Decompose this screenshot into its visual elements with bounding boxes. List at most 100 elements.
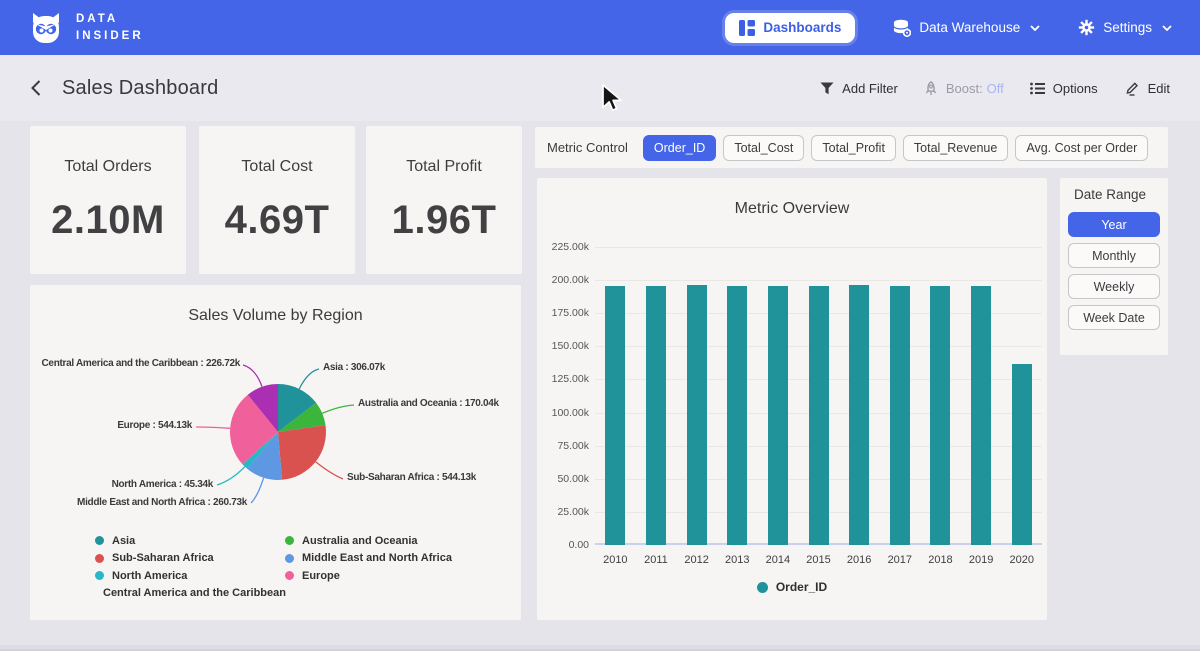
logo[interactable]: DATA INSIDER <box>28 10 144 46</box>
bar-2014[interactable] <box>768 286 788 545</box>
x-tick-label: 2011 <box>636 554 677 566</box>
boost-value: Off <box>987 81 1004 96</box>
date-range-option-monthly[interactable]: Monthly <box>1068 243 1160 268</box>
y-tick-label: 125.00k <box>545 373 589 385</box>
legend-column: Australia and Oceania Middle East and Nor… <box>285 532 452 602</box>
date-range-option-week-date[interactable]: Week Date <box>1068 305 1160 330</box>
pie-leader-line <box>217 467 245 485</box>
y-tick-label: 75.00k <box>545 440 589 452</box>
pie-callout-asia: Asia : 306.07k <box>323 362 385 373</box>
bar-2012[interactable] <box>687 285 707 545</box>
nav-dashboards-button[interactable]: Dashboards <box>725 13 855 43</box>
kpi-value: 2.10M <box>51 198 165 243</box>
metric-control-options: Order_ID Total_Cost Total_Profit Total_Reve… <box>643 135 1148 161</box>
metric-overview-chart-card: Metric Overview 0.0025.00k50.00k75.00k10… <box>537 178 1047 620</box>
bar-2010[interactable] <box>605 286 625 545</box>
y-tick-label: 225.00k <box>545 241 589 253</box>
metric-option-avg-cost-per-order[interactable]: Avg. Cost per Order <box>1015 135 1148 161</box>
back-icon[interactable] <box>30 79 42 97</box>
legend-dot <box>95 554 104 563</box>
app-window: DATA INSIDER Dashboards <box>0 0 1200 651</box>
pie-chart-legend: Asia Sub-Saharan Africa North America Centr… <box>95 532 452 602</box>
pie-chart-area: Asia : 306.07kAustralia and Oceania : 17… <box>30 340 521 530</box>
bar-column <box>920 286 961 545</box>
legend-label: Central America and the Caribbean <box>103 587 286 599</box>
bar-2011[interactable] <box>646 286 666 545</box>
legend-label: Middle East and North Africa <box>302 552 452 564</box>
nav-settings-label: Settings <box>1103 20 1152 35</box>
y-tick-label: 25.00k <box>545 506 589 518</box>
kpi-label: Total Cost <box>241 158 312 176</box>
pie-callout-sub-saharan-africa: Sub-Saharan Africa : 544.13k <box>347 472 476 483</box>
metric-option-order-id[interactable]: Order_ID <box>643 135 716 161</box>
x-tick-label: 2020 <box>1001 554 1042 566</box>
bar-2015[interactable] <box>809 286 829 545</box>
boost-toggle[interactable]: Boost: Off <box>924 81 1004 96</box>
legend-dot <box>95 536 104 545</box>
bar-column <box>595 286 636 545</box>
mouse-cursor <box>601 84 627 114</box>
bar-column <box>798 286 839 545</box>
bar-chart-x-axis: 2010201120122013201420152016201720182019… <box>595 554 1042 566</box>
pie-leader-line <box>251 478 264 503</box>
gear-icon <box>1078 19 1095 36</box>
legend-item-australia-and-oceania[interactable]: Australia and Oceania <box>285 532 452 550</box>
x-tick-label: 2016 <box>839 554 880 566</box>
bar-column <box>636 286 677 545</box>
bar-chart-title: Metric Overview <box>537 200 1047 218</box>
options-button[interactable]: Options <box>1030 81 1098 96</box>
bar-2019[interactable] <box>971 286 991 545</box>
legend-item-sub-saharan-africa[interactable]: Sub-Saharan Africa <box>95 550 285 568</box>
bar-2020[interactable] <box>1012 364 1032 545</box>
legend-label: North America <box>112 570 187 582</box>
bar-2018[interactable] <box>930 286 950 545</box>
bar-column <box>1001 364 1042 545</box>
bar-2017[interactable] <box>890 286 910 545</box>
page-title: Sales Dashboard <box>62 77 218 100</box>
bar-2016[interactable] <box>849 285 869 545</box>
metric-option-total-revenue[interactable]: Total_Revenue <box>903 135 1008 161</box>
date-range-label: Date Range <box>1074 187 1160 202</box>
pie-callout-north-america: North America : 45.34k <box>112 479 213 490</box>
logo-text-line1: DATA <box>76 11 144 28</box>
nav-data-warehouse-menu[interactable]: Data Warehouse <box>893 19 1040 37</box>
nav-settings-menu[interactable]: Settings <box>1078 19 1172 36</box>
date-range-option-year[interactable]: Year <box>1068 212 1160 237</box>
bar-column <box>758 286 799 545</box>
kpi-label: Total Orders <box>64 158 151 176</box>
bottom-scrollbar-track[interactable] <box>0 645 1200 651</box>
bar-column <box>879 286 920 545</box>
legend-item-middle-east-and-north-africa[interactable]: Middle East and North Africa <box>285 550 452 568</box>
edit-label: Edit <box>1148 81 1170 96</box>
bar-chart-legend[interactable]: Order_ID <box>537 580 1047 594</box>
nav-data-warehouse-label: Data Warehouse <box>919 20 1020 35</box>
legend-item-north-america[interactable]: North America <box>95 567 285 585</box>
metric-option-total-profit[interactable]: Total_Profit <box>811 135 896 161</box>
y-tick-label: 175.00k <box>545 307 589 319</box>
bar-2013[interactable] <box>727 286 747 545</box>
metric-control-label: Metric Control <box>547 140 628 155</box>
legend-dot <box>285 571 294 580</box>
sales-volume-chart-card: Sales Volume by Region Asia : 306.07kAus… <box>30 285 521 620</box>
x-tick-label: 2014 <box>758 554 799 566</box>
edit-button[interactable]: Edit <box>1124 81 1170 96</box>
pie-chart-title: Sales Volume by Region <box>30 307 521 325</box>
owl-logo-icon <box>28 10 64 46</box>
nav-dashboards-label: Dashboards <box>763 20 841 35</box>
add-filter-button[interactable]: Add Filter <box>820 81 898 96</box>
legend-item-asia[interactable]: Asia <box>95 532 285 550</box>
date-range-option-weekly[interactable]: Weekly <box>1068 274 1160 299</box>
boost-label: Boost: <box>946 81 983 96</box>
bar-column <box>676 285 717 545</box>
legend-item-europe[interactable]: Europe <box>285 567 452 585</box>
x-tick-label: 2019 <box>961 554 1002 566</box>
legend-label: Europe <box>302 570 340 582</box>
legend-label: Sub-Saharan Africa <box>112 552 214 564</box>
metric-option-total-cost[interactable]: Total_Cost <box>723 135 804 161</box>
legend-label: Asia <box>112 535 135 547</box>
pie-slice-sub-saharan-africa[interactable] <box>278 425 326 480</box>
kpi-card-total-profit: Total Profit 1.96T <box>366 126 522 274</box>
chevron-down-icon <box>1162 25 1172 31</box>
page-header: Sales Dashboard Add Filter Boost: Off <box>0 55 1200 121</box>
legend-item-central-america-and-the-caribbean[interactable]: Central America and the Caribbean <box>95 585 285 603</box>
